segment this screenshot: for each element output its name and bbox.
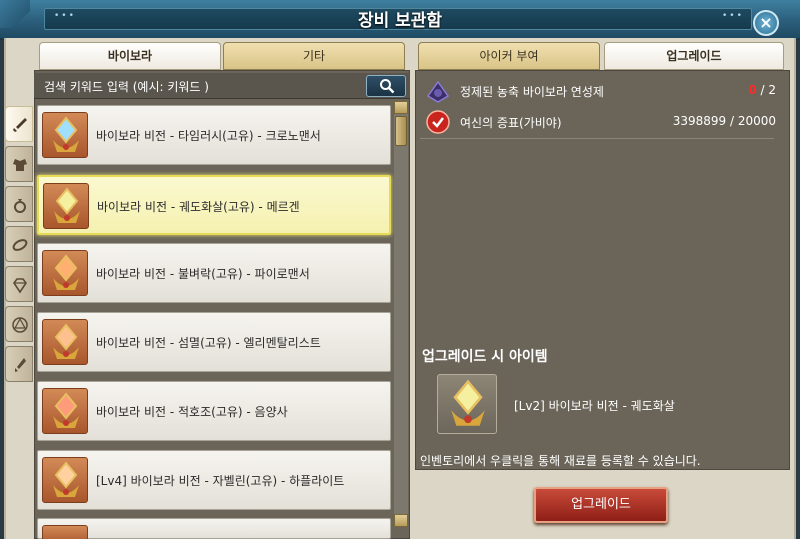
result-section-title: 업그레이드 시 아이템 <box>422 349 548 365</box>
item-label: 바이보라 비전 - 불벼락(고유) - 파이로맨서 <box>96 267 310 281</box>
item-label: 바이보라 비전 - 적호조(고유) - 음양사 <box>96 405 288 419</box>
category-blade[interactable] <box>5 346 33 382</box>
result-item-name: [Lv2] 바이보라 비전 - 궤도화살 <box>514 399 675 413</box>
upgrade-button[interactable]: 업그레이드 <box>534 487 668 523</box>
close-icon: × <box>759 13 773 32</box>
search-button[interactable] <box>366 75 406 97</box>
category-bracelet[interactable] <box>5 226 33 262</box>
material-need: 20000 <box>737 114 776 128</box>
goddess-token-icon <box>426 110 450 134</box>
divider <box>420 138 774 139</box>
tab-enchant[interactable]: 아이커 부여 <box>418 42 600 70</box>
material-count: 3398899 / 20000 <box>672 114 776 128</box>
material-need: 2 <box>768 83 776 97</box>
vibora-vision-icon <box>42 388 88 434</box>
list-item[interactable] <box>37 518 391 539</box>
category-crystal[interactable] <box>5 306 33 342</box>
crystal-icon <box>12 317 28 333</box>
material-have: 3398899 <box>672 114 727 128</box>
tab-enchant-label: 아이커 부여 <box>479 49 539 63</box>
scroll-down-button[interactable] <box>394 514 408 527</box>
vibora-vision-icon <box>42 319 88 365</box>
gem-icon <box>13 278 27 294</box>
list-item[interactable]: 바이보라 비전 - 불벼락(고유) - 파이로맨서 <box>37 243 391 303</box>
bracelet-icon <box>12 239 28 251</box>
material-row: 여신의 증표(가비야) 3398899 / 20000 <box>420 107 778 137</box>
material-have: 0 <box>748 83 757 97</box>
vibora-vision-icon <box>451 379 485 426</box>
list-item[interactable]: 바이보라 비전 - 적호조(고유) - 음양사 <box>37 381 391 441</box>
tab-etc-label: 기타 <box>302 49 326 63</box>
tab-upgrade-label: 업그레이드 <box>666 49 722 63</box>
list-item[interactable]: 바이보라 비전 - 타임러시(고유) - 크로노맨서 <box>37 105 391 165</box>
vibora-vision-icon <box>42 250 88 296</box>
tab-vibora-label: 바이보라 <box>107 49 153 63</box>
scroll-up-button[interactable] <box>394 101 408 114</box>
material-row: 정제된 농축 바이보라 연성제 0 / 2 <box>420 76 778 106</box>
vibora-vision-icon <box>43 183 89 229</box>
sword-icon <box>13 118 27 132</box>
item-label: 바이보라 비전 - 궤도화살(고유) - 메르겐 <box>97 200 300 214</box>
scrollbar-track[interactable] <box>394 101 408 527</box>
category-weapon[interactable] <box>5 106 33 142</box>
close-button[interactable]: × <box>753 10 779 36</box>
list-item[interactable]: 바이보라 비전 - 궤도화살(고유) - 메르겐 <box>37 175 391 235</box>
tab-vibora[interactable]: 바이보라 <box>39 42 221 70</box>
material-name: 정제된 농축 바이보라 연성제 <box>460 85 604 99</box>
item-label: 바이보라 비전 - 타임러시(고유) - 크로노맨서 <box>96 129 321 143</box>
window-title: 장비 보관함 <box>357 11 443 31</box>
tab-etc[interactable]: 기타 <box>223 42 405 70</box>
material-count: 0 / 2 <box>748 83 776 97</box>
list-item[interactable]: 바이보라 비전 - 섬멸(고유) - 엘리멘탈리스트 <box>37 312 391 372</box>
item-label: [Lv4] 바이보라 비전 - 자벨린(고유) - 하플라이트 <box>96 474 345 488</box>
category-ring[interactable] <box>5 186 33 222</box>
vibora-vision-icon <box>42 457 88 503</box>
category-armor[interactable] <box>5 146 33 182</box>
list-item[interactable]: [Lv4] 바이보라 비전 - 자벨린(고유) - 하플라이트 <box>37 450 391 510</box>
search-input[interactable]: 검색 키워드 입력 (예시: 키워드 ) <box>44 78 209 95</box>
search-icon <box>380 79 395 94</box>
ring-icon <box>14 199 26 213</box>
vibora-vision-icon <box>42 525 88 539</box>
armor-icon <box>13 159 27 171</box>
item-label: 바이보라 비전 - 섬멸(고유) - 엘리멘탈리스트 <box>96 336 321 350</box>
vibora-vision-icon <box>42 112 88 158</box>
result-item-slot <box>437 374 497 434</box>
blade-icon <box>15 358 26 372</box>
category-gem[interactable] <box>5 266 33 302</box>
material-name: 여신의 증표(가비야) <box>460 116 562 130</box>
hint-text: 인벤토리에서 우클릭을 통해 재료를 등록할 수 있습니다. <box>420 454 701 468</box>
purified-concentrate-icon <box>426 80 450 103</box>
tab-upgrade[interactable]: 업그레이드 <box>604 42 784 70</box>
scrollbar-thumb[interactable] <box>395 116 407 146</box>
